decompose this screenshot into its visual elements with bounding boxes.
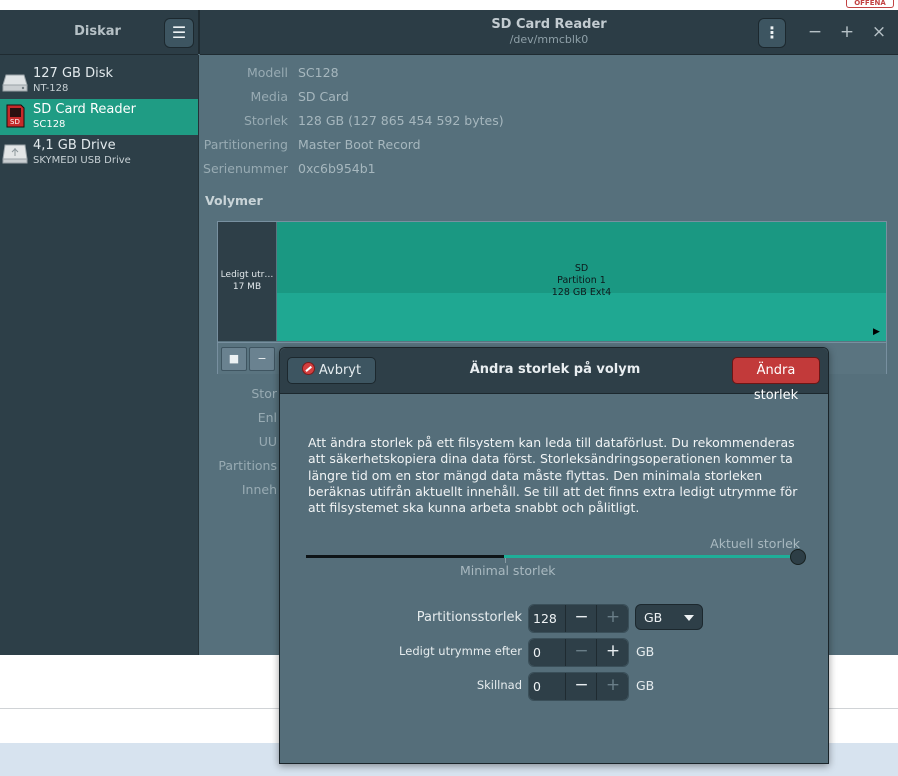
volume-detail-label: Partitions (218, 458, 277, 473)
background-badge: OFFENA (846, 0, 894, 8)
plus-icon: + (605, 641, 621, 661)
volume-detail-label: Stor (251, 386, 277, 401)
usb-drive-icon (2, 144, 28, 164)
plus-icon: + (605, 607, 621, 627)
volume-detail-label: UU (258, 434, 277, 449)
slider-track[interactable] (306, 555, 504, 558)
hard-disk-icon (2, 74, 28, 92)
more-vertical-icon: ⋮ (764, 23, 780, 42)
property-value: SD Card (298, 89, 349, 104)
increase-button[interactable]: + (596, 673, 628, 700)
minimize-icon: − (807, 22, 823, 42)
property-value: 0xc6b954b1 (298, 161, 376, 176)
difference-label: Skillnad (476, 678, 522, 692)
partition-info: SD Partition 1 128 GB Ext4 (277, 263, 886, 299)
partition-size-type: 128 GB Ext4 (551, 287, 612, 298)
sidebar-header: Diskar ☰ (0, 10, 198, 55)
slider-current-size-label: Aktuell storlek (710, 536, 800, 551)
volume-free-space[interactable]: Ledigt utr… 17 MB (218, 222, 276, 341)
dialog-header: Avbryt Ändra storlek på volym Ändra stor… (280, 348, 828, 403)
device-item-usb-drive[interactable]: 4,1 GB Drive SKYMEDI USB Drive (0, 135, 198, 171)
increase-button[interactable]: + (596, 605, 628, 632)
property-label: Storlek (243, 113, 288, 128)
partition-name: Partition 1 (557, 275, 606, 286)
property-label: Serienummer (203, 161, 288, 176)
device-name: 127 GB Disk (33, 66, 113, 81)
increase-button[interactable]: + (596, 639, 628, 666)
decrease-button[interactable]: − (565, 639, 597, 666)
volume-detail-label: Enl (257, 410, 277, 425)
decrease-button[interactable]: − (565, 605, 597, 632)
slider-fill[interactable] (504, 555, 798, 558)
property-value: 128 GB (127 865 454 592 bytes) (298, 113, 504, 128)
window-title: SD Card Reader (491, 17, 607, 32)
cancel-icon (301, 362, 315, 375)
minus-icon: − (574, 675, 589, 695)
free-space-after-label: Ledigt utrymme efter (399, 644, 522, 658)
plus-icon: + (605, 675, 621, 695)
partition-size-spinner: 128 − + (528, 604, 629, 633)
app-menu-button[interactable]: ☰ (164, 18, 194, 48)
partition-content-band (277, 293, 886, 341)
maximize-icon: + (839, 22, 855, 42)
slider-min-size-label: Minimal storlek (460, 563, 556, 578)
desktop-background-top (0, 0, 898, 10)
maximize-button[interactable]: + (837, 22, 857, 42)
free-space-after-spinner: 0 − + (528, 638, 629, 667)
property-label: Modell (246, 65, 288, 80)
cancel-label: Avbryt (318, 363, 362, 378)
delete-partition-button[interactable]: − (249, 347, 275, 371)
difference-input[interactable]: 0 (529, 673, 565, 700)
minus-icon: − (574, 641, 589, 661)
minus-icon: − (257, 352, 267, 365)
stop-icon: ■ (228, 352, 240, 365)
close-button[interactable]: × (869, 22, 889, 42)
property-value: Master Boot Record (298, 137, 421, 152)
free-space-label: Ledigt utr… (220, 270, 274, 280)
minus-icon: − (574, 607, 589, 627)
device-name: SD Card Reader (33, 102, 136, 117)
free-space-after-input[interactable]: 0 (529, 639, 565, 666)
difference-unit: GB (636, 678, 655, 693)
device-name: 4,1 GB Drive (33, 138, 116, 153)
device-model: NT-128 (33, 83, 69, 94)
device-item-sd-card-reader[interactable]: SD SD Card Reader SC128 (0, 99, 198, 135)
decrease-button[interactable]: − (565, 673, 597, 700)
main-header: SD Card Reader /dev/mmcblk0 ⋮ − + × (200, 10, 898, 55)
volume-detail-label: Inneh (241, 482, 277, 497)
minimize-button[interactable]: − (805, 22, 825, 42)
cancel-button[interactable]: Avbryt (287, 357, 376, 384)
device-sidebar: 127 GB Disk NT-128 SD SD Card Reader SC1… (0, 55, 198, 655)
sd-card-icon: SD (6, 104, 25, 128)
play-icon: ▶ (873, 327, 880, 337)
device-item-127gb-disk[interactable]: 127 GB Disk NT-128 (0, 63, 198, 99)
unit-select-value: GB (644, 610, 663, 625)
svg-text:SD: SD (10, 118, 20, 126)
drive-menu-button[interactable]: ⋮ (758, 18, 786, 48)
resize-button[interactable]: Ändra storlek (732, 357, 820, 403)
volume-partition-1[interactable]: SD Partition 1 128 GB Ext4 ▶ (277, 222, 886, 341)
resize-volume-dialog: Avbryt Ändra storlek på volym Ändra stor… (279, 347, 829, 764)
chevron-down-icon (684, 615, 694, 621)
device-model: SC128 (33, 119, 66, 130)
device-model: SKYMEDI USB Drive (33, 155, 131, 166)
dialog-title: Ändra storlek på volym (469, 362, 641, 377)
partition-size-label: Partitionsstorlek (416, 610, 522, 625)
close-icon: × (871, 22, 887, 42)
partition-label: SD (574, 263, 589, 274)
difference-spinner: 0 − + (528, 672, 629, 701)
dataloss-warning: Att ändra storlek på ett filsystem kan l… (308, 435, 798, 516)
window-subtitle: /dev/mmcblk0 (509, 33, 589, 46)
free-space-after-unit: GB (636, 644, 655, 659)
hamburger-icon: ☰ (171, 23, 187, 42)
property-label: Media (250, 89, 288, 104)
unit-select[interactable]: GB (635, 604, 703, 630)
free-space-size: 17 MB (232, 282, 262, 292)
property-value: SC128 (298, 65, 339, 80)
stop-button[interactable]: ■ (221, 347, 247, 371)
partition-size-input[interactable]: 128 (529, 605, 565, 632)
volumes-heading: Volymer (205, 193, 263, 208)
property-label: Partitionering (203, 137, 288, 152)
slider-handle[interactable] (790, 549, 806, 565)
